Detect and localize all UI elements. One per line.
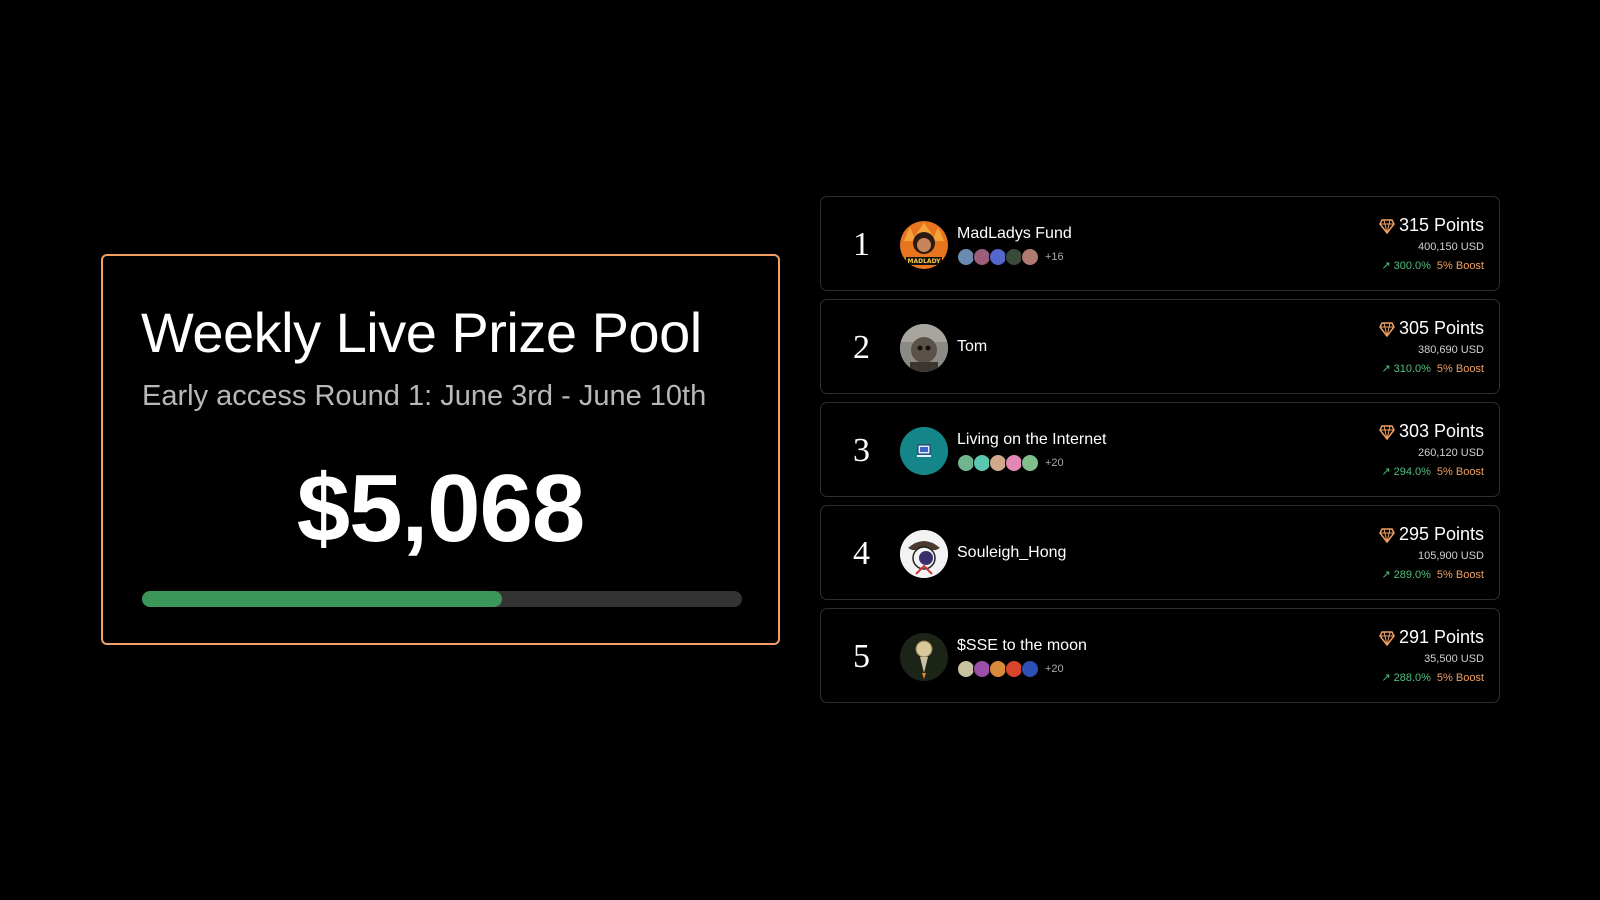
leaderboard-row[interactable]: 4 Souleigh_Hong 295 Points 105,900 USD ↗… <box>820 505 1500 600</box>
gem-icon <box>1379 424 1395 440</box>
percent-change: ↗ 294.0% <box>1381 466 1431 478</box>
member-avatar <box>1021 248 1039 266</box>
member-more-count: +20 <box>1045 663 1064 675</box>
points-value: 295 Points <box>1398 524 1484 544</box>
boost-badge: 5% Boost <box>1436 260 1484 272</box>
percent-change: ↗ 288.0% <box>1381 672 1431 684</box>
boost-badge: 5% Boost <box>1436 466 1484 478</box>
pool-progress-bar <box>142 591 742 607</box>
gem-icon <box>1379 527 1395 543</box>
usd-value: 260,120 USD <box>1417 447 1484 459</box>
leaderboard-row[interactable]: 5 $SSE to the moon +20 291 Points 35,500… <box>820 608 1500 703</box>
leaderboard-row[interactable]: 1 MADLADY MadLadys Fund +16 315 Points 4… <box>820 196 1500 291</box>
percent-change: ↗ 310.0% <box>1381 363 1431 375</box>
rank-number: 2 <box>853 329 870 366</box>
pool-subtitle: Early access Round 1: June 3rd - June 10… <box>142 380 707 412</box>
pool-amount: $5,068 <box>296 455 586 562</box>
souleigh-avatar <box>900 530 948 578</box>
boost-badge: 5% Boost <box>1436 672 1484 684</box>
member-more-count: +20 <box>1045 457 1064 469</box>
rank-number: 5 <box>853 638 870 675</box>
leaderboard-row[interactable]: 3 Living on the Internet +20 303 Points … <box>820 402 1500 497</box>
percent-change: ↗ 300.0% <box>1381 260 1431 272</box>
gem-icon <box>1379 321 1395 337</box>
rank-number: 1 <box>853 226 870 263</box>
prize-pool-card: Weekly Live Prize Pool Early access Roun… <box>101 254 780 645</box>
member-avatar <box>1021 454 1039 472</box>
team-name: MadLadys Fund <box>957 225 1072 242</box>
usd-value: 380,690 USD <box>1417 344 1484 356</box>
member-avatars: +20 <box>957 659 1064 679</box>
member-avatar <box>1021 660 1039 678</box>
points-value: 315 Points <box>1398 215 1484 235</box>
sse-rocket-avatar <box>900 633 948 681</box>
pool-progress-fill <box>142 591 502 607</box>
team-name: Souleigh_Hong <box>957 544 1067 561</box>
team-name: Living on the Internet <box>957 431 1107 448</box>
points-value: 291 Points <box>1398 627 1484 647</box>
madladys-avatar: MADLADY <box>900 221 948 269</box>
points-value: 303 Points <box>1398 421 1484 441</box>
tom-avatar <box>900 324 948 372</box>
svg-text:MADLADY: MADLADY <box>908 258 942 265</box>
usd-value: 105,900 USD <box>1417 550 1484 562</box>
member-more-count: +16 <box>1045 251 1064 263</box>
team-name: $SSE to the moon <box>957 637 1087 654</box>
pool-title: Weekly Live Prize Pool <box>141 301 702 364</box>
percent-change: ↗ 289.0% <box>1381 569 1431 581</box>
boost-badge: 5% Boost <box>1436 569 1484 581</box>
member-avatars: +16 <box>957 247 1064 267</box>
usd-value: 400,150 USD <box>1417 241 1484 253</box>
computer-avatar <box>900 427 948 475</box>
gem-icon <box>1379 218 1395 234</box>
points-value: 305 Points <box>1398 318 1484 338</box>
usd-value: 35,500 USD <box>1424 653 1484 665</box>
boost-badge: 5% Boost <box>1436 363 1484 375</box>
team-name: Tom <box>957 338 988 355</box>
rank-number: 3 <box>853 432 870 469</box>
gem-icon <box>1379 630 1395 646</box>
rank-number: 4 <box>853 535 870 572</box>
leaderboard: 1 MADLADY MadLadys Fund +16 315 Points 4… <box>820 196 1500 711</box>
leaderboard-row[interactable]: 2 Tom 305 Points 380,690 USD ↗ 310.0% 5% … <box>820 299 1500 394</box>
member-avatars: +20 <box>957 453 1064 473</box>
